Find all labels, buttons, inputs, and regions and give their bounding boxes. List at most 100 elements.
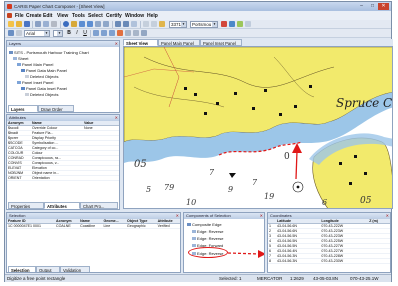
tree-item-main-panel[interactable]: Panel Main Panel: [17, 62, 53, 67]
tab-output[interactable]: Output: [36, 266, 60, 272]
new-icon[interactable]: [8, 21, 14, 27]
select-icon[interactable]: [143, 21, 149, 27]
line-icon[interactable]: [125, 30, 131, 36]
tree-item-composite-edge[interactable]: Composite Edge: [187, 222, 222, 227]
polygon-icon[interactable]: [133, 30, 139, 36]
tab-selection[interactable]: Selection: [8, 266, 36, 273]
tab-layers[interactable]: Layers: [8, 105, 38, 112]
arrow-right-icon: [228, 250, 264, 258]
layers-icon[interactable]: [8, 30, 14, 36]
table-cell: 43-04-56.3N: [276, 258, 321, 265]
underline-icon[interactable]: U: [82, 30, 88, 36]
coordinates-table: Latitude Longitude Z (m) 1 43-04-56.6N 070-4…: [268, 219, 390, 265]
font-size-combo[interactable]: ▼: [53, 30, 63, 37]
tree-item-sheet[interactable]: Sheet: [13, 56, 28, 61]
app-logo-icon: [7, 4, 12, 9]
save-icon[interactable]: [24, 21, 30, 27]
open-icon[interactable]: [16, 21, 22, 27]
zoom-out-icon[interactable]: [87, 21, 93, 27]
tab-validation[interactable]: Validation: [60, 266, 90, 272]
menu-create[interactable]: Create: [26, 13, 42, 19]
chart-map-svg[interactable]: Spruce Cr 05 0 05 79 10 9 7 7 6 19 5: [124, 47, 393, 209]
tab-attributes[interactable]: Attributes: [44, 202, 80, 209]
minimize-button[interactable]: –: [356, 3, 367, 10]
point-icon[interactable]: [159, 21, 165, 27]
tree-label: Panel Main Panel: [22, 62, 54, 67]
tab-properties[interactable]: Properties: [8, 202, 44, 209]
menu-edit[interactable]: Edit: [43, 13, 52, 19]
measure-icon[interactable]: [115, 21, 121, 27]
text-color-icon[interactable]: [117, 30, 123, 36]
copy-icon[interactable]: [43, 21, 49, 27]
globe-icon[interactable]: [63, 21, 69, 27]
tab-panel-main[interactable]: Panel Main Panel: [158, 39, 200, 46]
menu-file[interactable]: File: [15, 13, 24, 19]
bold-icon[interactable]: B: [66, 30, 72, 36]
close-icon[interactable]: ✕: [115, 41, 118, 47]
menu-bar: File Create Edit View Tools Select Certi…: [5, 11, 391, 20]
curve-icon[interactable]: [141, 30, 147, 36]
menu-window[interactable]: Window: [125, 13, 144, 19]
tree-item-inset-panel[interactable]: Panel Inset Panel: [17, 80, 53, 85]
maximize-button[interactable]: □: [367, 3, 378, 10]
tab-panel-inset[interactable]: Panel Inset Panel: [200, 39, 242, 46]
align-right-icon[interactable]: [109, 30, 115, 36]
tab-label: Properties: [11, 204, 31, 209]
selection-panel-title: Selection: [9, 213, 26, 218]
align-left-icon[interactable]: [93, 30, 99, 36]
tree-item-project[interactable]: SITS - Portsmouth Harbour Training Chart: [9, 50, 89, 55]
tab-label: Selection: [11, 268, 30, 273]
table-icon[interactable]: [245, 21, 251, 27]
grid-icon[interactable]: [131, 21, 137, 27]
object-combo[interactable]: Portsmou ▼: [190, 21, 218, 28]
refresh-icon[interactable]: [103, 21, 109, 27]
tree-item-edge[interactable]: Edge: Reverse: [192, 236, 223, 241]
scale-value: 3371: [171, 22, 182, 27]
tab-label: Draw Order: [41, 107, 63, 112]
scale-combo[interactable]: 3371 ▼: [169, 21, 187, 28]
sheet-icon: [13, 57, 17, 61]
title-bar: CARIS Paper Chart Composer - [Sheet View…: [5, 2, 391, 11]
delete-icon[interactable]: [221, 21, 227, 27]
tab-sheet-view[interactable]: Sheet View: [123, 39, 158, 46]
undo-icon[interactable]: [51, 21, 57, 27]
italic-icon[interactable]: I: [74, 30, 80, 36]
validate-icon[interactable]: [237, 21, 243, 27]
status-longitude: 070-43-25.1W: [350, 276, 379, 281]
table-row[interactable]: 8 43-04-56.3N 070-43-230W: [268, 258, 390, 265]
menu-help[interactable]: Help: [147, 13, 158, 19]
align-center-icon[interactable]: [101, 30, 107, 36]
tree-item-deleted-2[interactable]: Deleted Objects: [25, 92, 58, 97]
font-combo[interactable]: Arial ▼: [24, 30, 50, 37]
pan-icon[interactable]: [123, 21, 129, 27]
close-button[interactable]: ✕: [378, 3, 389, 10]
zoom-in-icon[interactable]: [79, 21, 85, 27]
font-combo-value: Arial: [26, 31, 36, 36]
zoom-extent-icon[interactable]: [95, 21, 101, 27]
panel-icon: [17, 63, 21, 67]
table-row[interactable]: ORIENT Orientation: [7, 175, 119, 182]
tab-chart-properties[interactable]: Chart Pro...: [80, 202, 118, 209]
tree-item-edge[interactable]: Edge: Reverse: [192, 229, 223, 234]
close-icon[interactable]: ✕: [386, 213, 389, 219]
close-icon[interactable]: ✕: [260, 213, 263, 219]
tree-item-inset-data[interactable]: Panel Data Inset Panel: [21, 86, 67, 91]
map-sounding: 10: [186, 198, 196, 207]
info-icon[interactable]: [229, 21, 235, 27]
hand-icon[interactable]: [71, 21, 77, 27]
menu-select[interactable]: Select: [88, 13, 103, 19]
chevron-down-icon: ▼: [212, 22, 217, 27]
menu-tools[interactable]: Tools: [72, 13, 85, 19]
chart-canvas[interactable]: Spruce Cr 05 0 05 79 10 9 7 7 6 19 5: [123, 46, 393, 209]
table-row[interactable]: 1C 0000047E1 0001 COALNE Coastline Line Geog…: [7, 223, 180, 230]
query-icon[interactable]: [151, 21, 157, 27]
tree-item-deleted[interactable]: Deleted Objects: [25, 74, 58, 79]
menu-view[interactable]: View: [57, 13, 68, 19]
cut-icon[interactable]: [35, 21, 41, 27]
close-icon[interactable]: ✕: [176, 213, 179, 219]
menu-certify[interactable]: Certify: [106, 13, 122, 19]
tree-item-main-data[interactable]: Panel Data Main Panel: [21, 68, 67, 73]
map-sounding: 9: [228, 185, 233, 194]
close-icon[interactable]: ✕: [115, 115, 118, 121]
tab-draw-order[interactable]: Draw Order: [38, 105, 74, 112]
